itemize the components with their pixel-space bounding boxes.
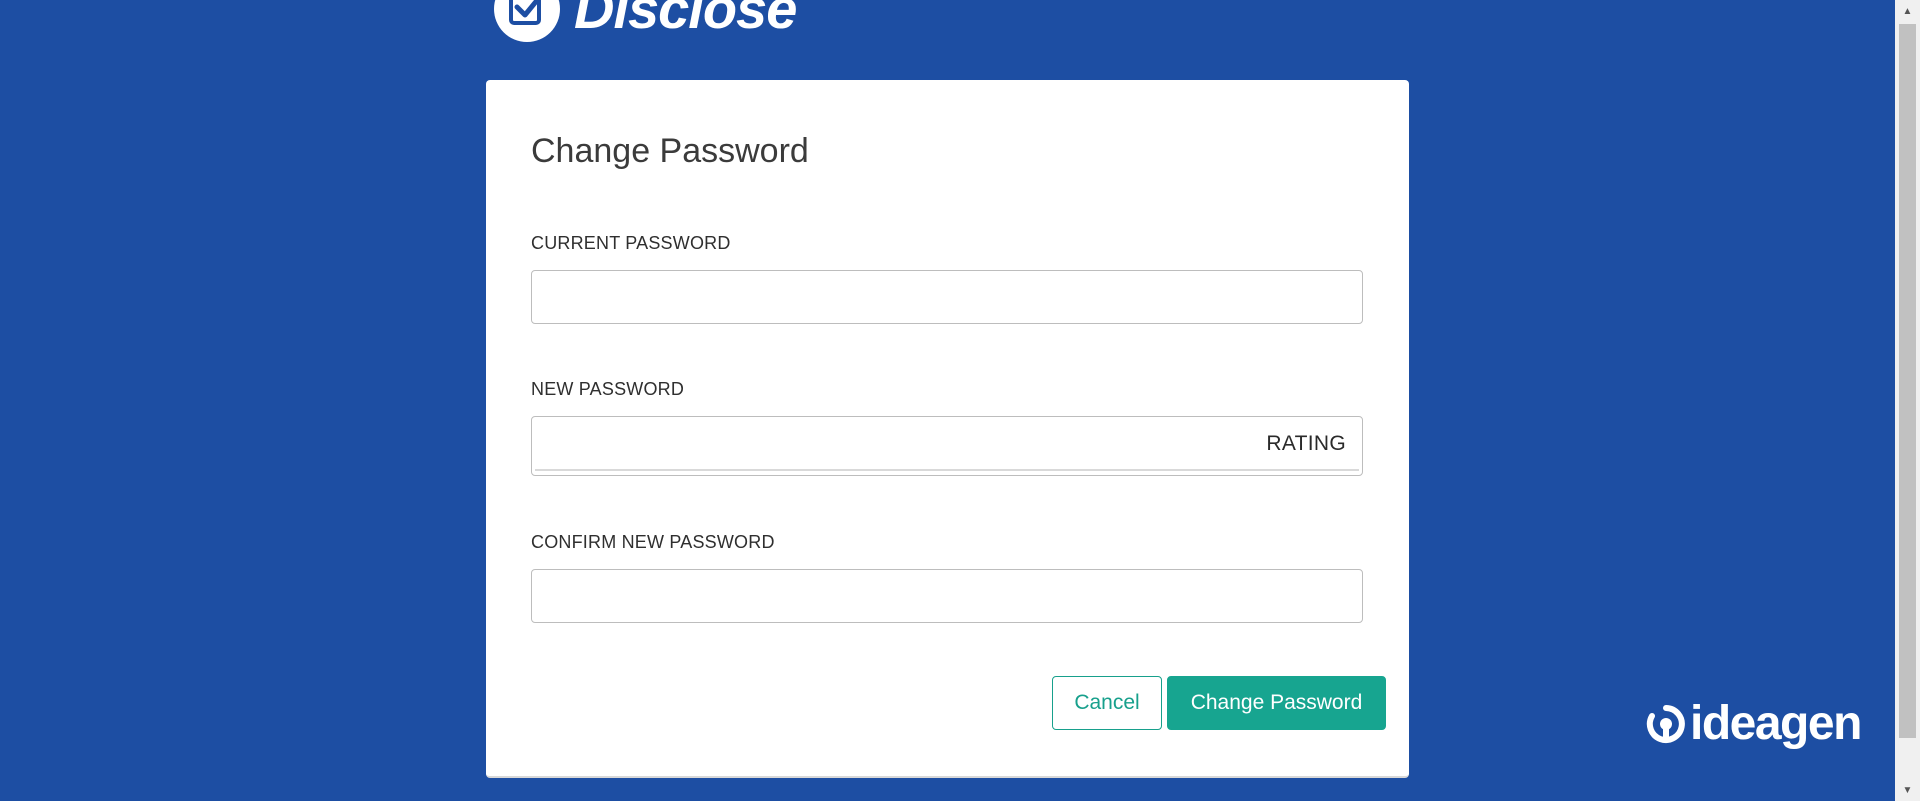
triangle-down-icon[interactable]: ▼ <box>1895 779 1920 801</box>
confirm-password-label: CONFIRM NEW PASSWORD <box>531 532 775 552</box>
disclose-logo: Disclose <box>494 0 797 42</box>
new-password-label: NEW PASSWORD <box>531 379 685 399</box>
new-password-field: RATING <box>531 416 1363 476</box>
triangle-up-icon[interactable]: ▲ <box>1895 0 1920 22</box>
confirm-password-field <box>531 569 1363 623</box>
password-rating-label: RATING <box>1266 432 1346 455</box>
page-title: Change Password <box>531 132 809 170</box>
new-password-input[interactable] <box>532 417 1272 469</box>
confirm-password-input[interactable] <box>532 570 1362 622</box>
ideagen-text: ideagen <box>1690 697 1862 750</box>
password-strength-bar <box>535 469 1359 471</box>
checkbox-icon <box>494 0 560 42</box>
current-password-label: CURRENT PASSWORD <box>531 233 731 253</box>
current-password-input[interactable] <box>532 271 1362 323</box>
ideagen-mark-icon <box>1646 705 1685 743</box>
vertical-scrollbar[interactable]: ▲ ▼ <box>1895 0 1920 801</box>
page: Disclose Change Password CURRENT PASSWOR… <box>0 0 1920 801</box>
logo-text: Disclose <box>574 0 797 40</box>
scroll-thumb[interactable] <box>1899 24 1916 738</box>
current-password-field <box>531 270 1363 324</box>
change-password-card: Change Password CURRENT PASSWORD NEW PAS… <box>486 80 1409 778</box>
change-password-button[interactable]: Change Password <box>1167 676 1386 730</box>
cancel-button[interactable]: Cancel <box>1052 676 1162 730</box>
ideagen-logo: ideagen <box>1646 697 1862 750</box>
